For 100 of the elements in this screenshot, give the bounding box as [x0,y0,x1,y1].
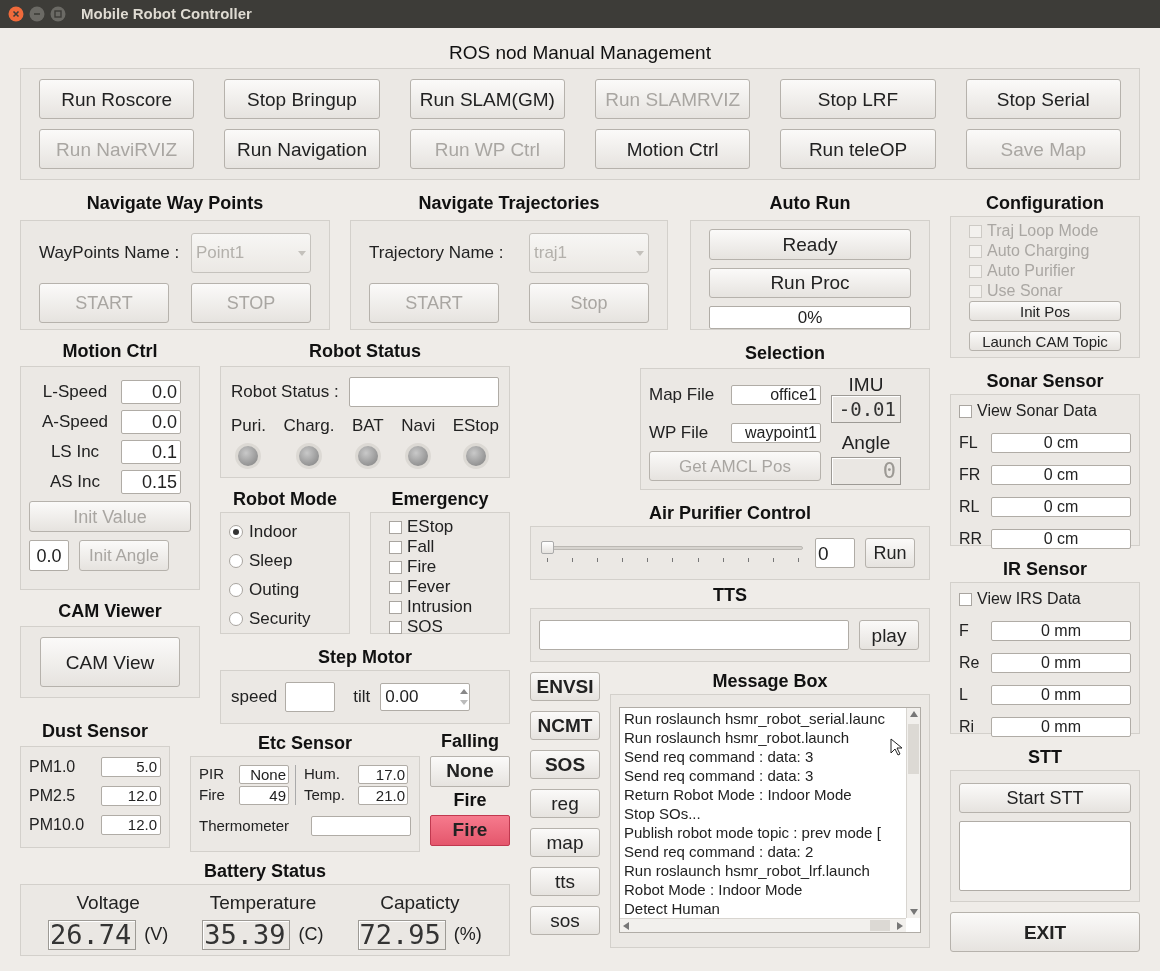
button[interactable]: Stop Serial [965,79,1121,119]
value-field[interactable]: 0 mm [991,717,1131,737]
thermometer-field[interactable] [311,816,411,837]
checkbox-label: Use Sonar [987,281,1063,301]
value-field[interactable]: None [239,765,289,784]
value-field[interactable]: 49 [239,786,289,805]
message-line: Run roslaunch hsmr_robot_serial.launc [624,709,886,728]
section-title: TTS [712,584,748,606]
scroll-up-icon[interactable] [910,711,918,717]
button[interactable]: Start STT [959,783,1131,813]
label: Charg. [283,415,335,437]
scroll-thumb[interactable] [908,724,919,774]
tilt-spinbox[interactable]: 0.00 [380,683,471,711]
value-field[interactable]: 0 cm [991,433,1131,453]
button[interactable]: ENVSI [530,672,600,701]
minimize-icon[interactable] [29,6,45,22]
value-field[interactable]: 0.0 [121,410,181,434]
section-title: Navigate Trajectories [417,192,601,214]
radio-button[interactable] [229,611,243,626]
button[interactable]: Run Proc [709,267,911,299]
close-icon[interactable] [8,6,24,22]
label: Ri [959,717,975,737]
tts-text-field[interactable] [539,620,849,650]
message-line: Run roslaunch hsmr_robot.launch [624,728,851,747]
maximize-icon[interactable] [50,6,66,22]
checkbox[interactable] [959,404,972,418]
radio-button[interactable] [229,553,243,568]
value-field[interactable]: 0.15 [121,470,181,494]
button[interactable]: tts [530,867,600,896]
label: PIR [199,764,225,785]
checkbox[interactable] [389,540,402,554]
slider-thumb[interactable] [541,541,554,554]
checkbox[interactable] [959,592,972,606]
value-field[interactable]: 12.0 [101,785,161,806]
value-field[interactable]: 0.0 [121,380,181,404]
button[interactable]: Launch CAM Topic [969,331,1121,351]
progress-text: 0% [796,307,824,328]
checkbox[interactable] [389,600,402,614]
checkbox-label: EStop [407,517,454,537]
value-field[interactable]: 12.0 [101,814,161,835]
button[interactable]: Run SLAM(GM) [409,79,565,119]
label: (V) [144,923,169,946]
value-field[interactable]: 0.1 [121,440,181,464]
value-field[interactable]: 0.0 [29,540,69,571]
button[interactable]: reg [530,789,600,818]
button[interactable]: Motion Ctrl [595,129,751,169]
button[interactable]: Init Pos [969,301,1121,321]
label: IMU [848,375,884,395]
scroll-right-icon[interactable] [897,922,903,930]
radio-button[interactable] [229,524,243,539]
value-field[interactable]: waypoint1 [731,423,821,443]
radio-button[interactable] [229,582,243,597]
label: FL [959,433,978,453]
value-field[interactable]: 5.0 [101,756,161,777]
button[interactable]: Stop LRF [780,79,936,119]
scroll-down-icon[interactable] [910,909,918,915]
value-field[interactable]: 0 cm [991,497,1131,517]
message-line: Stop SOs... [624,804,702,823]
scroll-thumb[interactable] [870,920,890,931]
button[interactable]: EXIT [950,912,1140,952]
button[interactable]: Run teleOP [780,129,936,169]
value-field[interactable]: 0 cm [991,529,1131,549]
label: Capaticty [379,891,461,915]
stt-text-area[interactable] [959,821,1131,891]
value-field[interactable]: office1 [731,385,821,405]
horizontal-scrollbar[interactable] [620,918,906,932]
button[interactable]: CAM View [40,637,180,687]
vertical-scrollbar[interactable] [906,708,920,918]
label: Temperature [208,891,318,915]
value-field[interactable]: 21.0 [358,786,408,805]
value-field[interactable]: 0 mm [991,685,1131,705]
button[interactable]: Run [865,538,915,568]
status-field[interactable] [348,377,499,407]
checkbox[interactable] [389,520,402,534]
checkbox-label: View IRS Data [977,589,1081,609]
button[interactable]: Stop Bringup [224,79,380,119]
lcd-display: 0 [831,457,901,485]
button[interactable]: play [859,620,919,650]
button[interactable]: SOS [530,750,600,779]
checkbox[interactable] [389,620,402,634]
value-field[interactable]: 0 mm [991,621,1131,641]
message-line: Detect Human [624,899,721,918]
value-field[interactable]: 0 [815,538,855,568]
button[interactable]: Ready [709,229,911,260]
speed-field[interactable] [285,682,336,712]
message-line: Run roslaunch hsmr_robot_lrf.launch [624,861,871,880]
checkbox[interactable] [389,560,402,574]
label: PM10.0 [29,814,85,835]
radio-label: Outing [249,578,300,601]
value-field[interactable]: 0 mm [991,653,1131,673]
checkbox[interactable] [389,580,402,594]
button[interactable]: sos [530,906,600,935]
label: Re [959,653,980,673]
value-field[interactable]: 17.0 [358,765,408,784]
button[interactable]: NCMT [530,711,600,740]
value-field[interactable]: 0 cm [991,465,1131,485]
button[interactable]: map [530,828,600,857]
scroll-left-icon[interactable] [623,922,629,930]
button[interactable]: Run Roscore [39,79,195,119]
button[interactable]: Run Navigation [224,129,380,169]
